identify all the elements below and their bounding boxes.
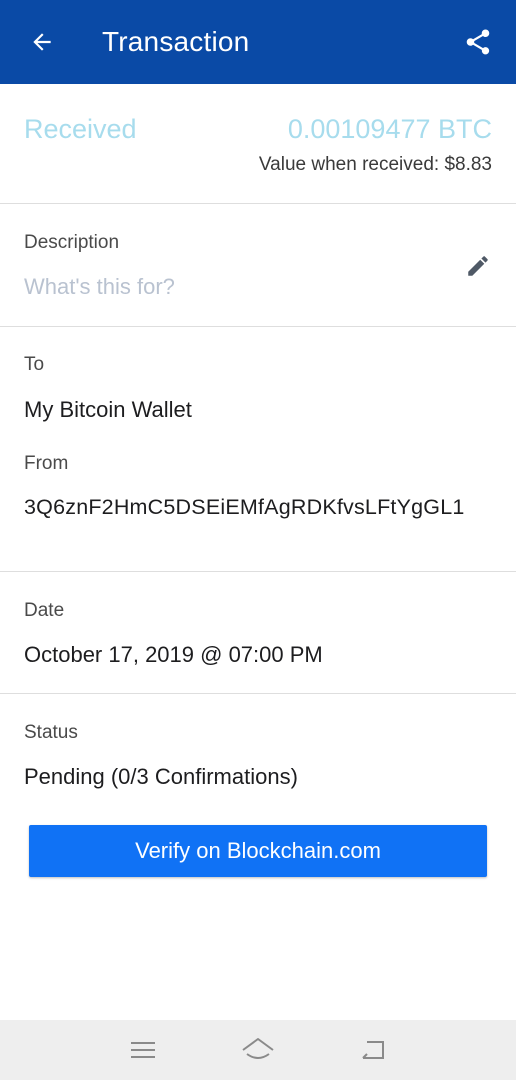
from-address: 3Q6znF2HmC5DSEiEMfAgRDKfvsLFtYgGL1 [24, 495, 465, 519]
back-button[interactable] [22, 22, 62, 62]
system-back-button[interactable] [353, 1030, 393, 1070]
date-value: October 17, 2019 @ 07:00 PM [24, 642, 323, 667]
description-input[interactable]: What's this for? [24, 274, 175, 300]
share-icon [466, 29, 490, 55]
home-button[interactable] [238, 1030, 278, 1070]
date-label: Date [24, 600, 65, 621]
value-when-received: Value when received: $8.83 [258, 154, 492, 175]
transaction-amount: 0.00109477 BTC [287, 114, 492, 144]
status-label: Status [24, 722, 78, 743]
recent-apps-button[interactable] [123, 1030, 163, 1070]
share-button[interactable] [458, 22, 498, 62]
description-label: Description [24, 232, 120, 253]
transaction-type: Received [24, 114, 137, 144]
to-value: My Bitcoin Wallet [24, 397, 192, 422]
back-icon [362, 1041, 385, 1059]
app-bar: Transaction [0, 0, 516, 84]
to-label: To [24, 354, 45, 375]
status-value: Pending (0/3 Confirmations) [24, 764, 298, 789]
verify-on-blockchain-button[interactable]: Verify on Blockchain.com [29, 825, 487, 877]
page-title: Transaction [102, 26, 250, 57]
to-from-section: To My Bitcoin Wallet From 3Q6znF2HmC5DSE… [0, 327, 516, 572]
system-nav-bar [0, 1020, 516, 1080]
pencil-icon [468, 256, 488, 276]
edit-description-button[interactable] [464, 252, 492, 280]
transaction-summary: Received 0.00109477 BTC Value when recei… [0, 84, 516, 204]
arrow-left-icon [33, 33, 51, 51]
date-section: Date October 17, 2019 @ 07:00 PM [0, 572, 516, 694]
description-section[interactable]: Description What's this for? [0, 204, 516, 327]
status-section: Status Pending (0/3 Confirmations) [0, 694, 516, 914]
from-label: From [24, 453, 69, 474]
home-icon [242, 1038, 274, 1059]
menu-icon [130, 1042, 155, 1058]
